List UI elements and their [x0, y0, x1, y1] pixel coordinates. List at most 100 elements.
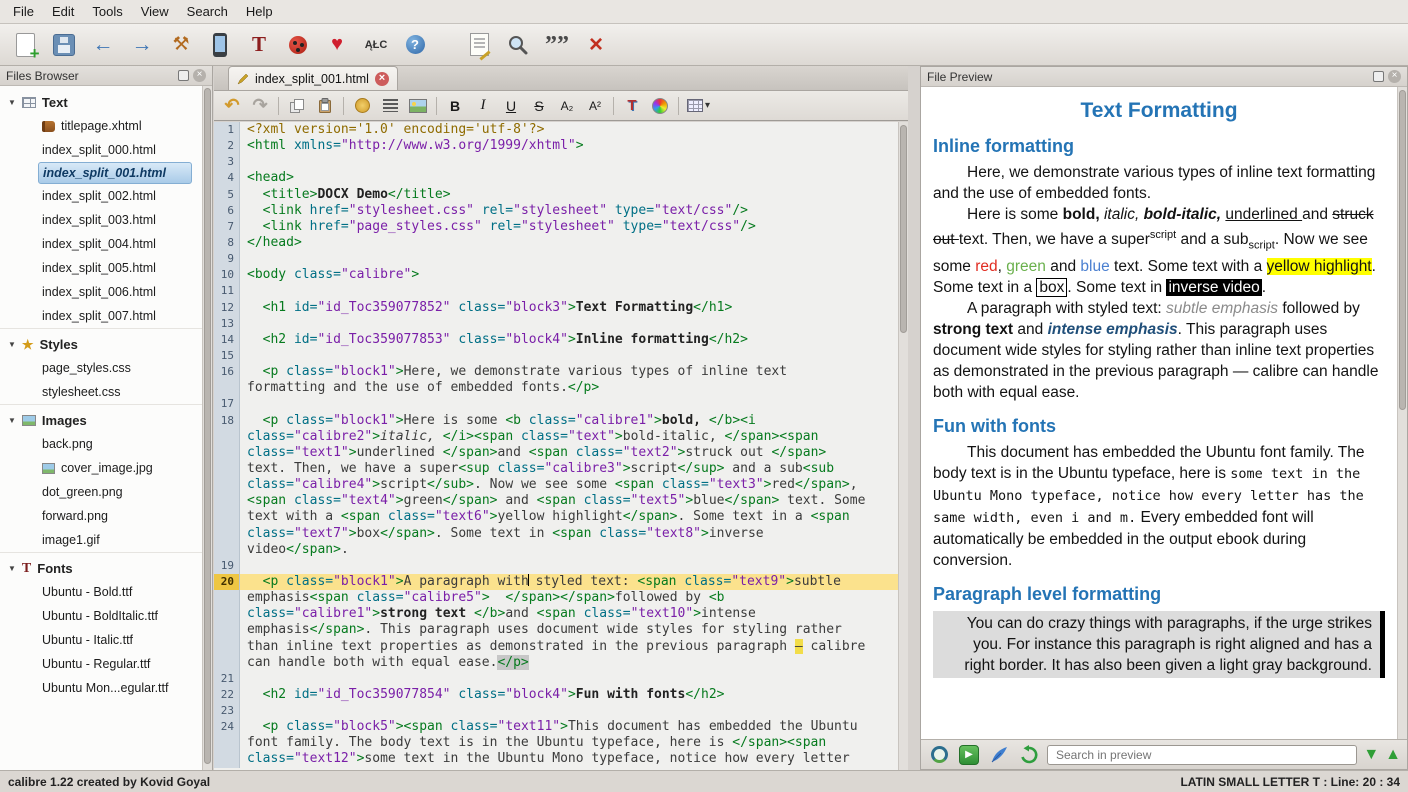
code-row[interactable]: 6 <link href="stylesheet.css" rel="style… [214, 203, 898, 219]
color-wheel-button[interactable] [650, 95, 670, 117]
special-characters-button[interactable]: ĄŁC [361, 30, 391, 60]
file-item-page-styles-css[interactable]: page_styles.css [0, 356, 202, 380]
inspect-button[interactable] [987, 743, 1011, 767]
code-row[interactable]: 11 [214, 283, 898, 299]
section-header-images[interactable]: ▼Images [0, 404, 202, 432]
code-row[interactable]: formatting and the use of embedded fonts… [214, 380, 898, 396]
file-item-index-split-000-html[interactable]: index_split_000.html [0, 138, 202, 162]
scrollbar-handle[interactable] [204, 88, 211, 764]
file-item-index-split-002-html[interactable]: index_split_002.html [0, 184, 202, 208]
menu-item-search[interactable]: Search [178, 0, 237, 24]
justify-button[interactable] [380, 95, 400, 117]
reload-preview-button[interactable] [927, 743, 951, 767]
menu-item-file[interactable]: File [4, 0, 43, 24]
text-color-button[interactable]: T [622, 95, 642, 117]
refresh-preview-button[interactable] [1017, 743, 1041, 767]
file-item-index-split-001-html[interactable]: index_split_001.html [38, 162, 192, 184]
code-row[interactable]: 16 <p class="block1">Here, we demonstrat… [214, 364, 898, 380]
copy-button[interactable] [287, 95, 307, 117]
section-header-styles[interactable]: ▼★Styles [0, 328, 202, 356]
file-item-index-split-003-html[interactable]: index_split_003.html [0, 208, 202, 232]
expand-arrow-icon[interactable]: ▼ [8, 564, 16, 573]
float-panel-icon[interactable] [1373, 71, 1384, 82]
paste-button[interactable] [315, 95, 335, 117]
code-row[interactable]: 14 <h2 id="id_Toc359077853" class="block… [214, 332, 898, 348]
file-item-cover-image-jpg[interactable]: cover_image.jpg [0, 456, 202, 480]
preview-scrollbar[interactable] [1397, 87, 1407, 739]
close-panel-icon[interactable]: × [193, 69, 206, 82]
code-row[interactable]: 8</head> [214, 235, 898, 251]
code-row[interactable]: 4<head> [214, 170, 898, 186]
smarten-punctuation-button[interactable]: ”” [542, 30, 572, 60]
file-item-ubuntu-italic-ttf[interactable]: Ubuntu - Italic.ttf [0, 628, 202, 652]
file-item-ubuntu-regular-ttf[interactable]: Ubuntu - Regular.ttf [0, 652, 202, 676]
file-item-image1-gif[interactable]: image1.gif [0, 528, 202, 552]
code-row[interactable]: <span class="text4">green</span> and <sp… [214, 493, 898, 509]
scrollbar-handle[interactable] [900, 125, 907, 333]
close-button[interactable]: × [581, 30, 611, 60]
file-item-ubuntu-bolditalic-ttf[interactable]: Ubuntu - BoldItalic.ttf [0, 604, 202, 628]
code-row[interactable]: 21 [214, 671, 898, 687]
code-area[interactable]: 1<?xml version='1.0' encoding='utf-8'?>2… [214, 122, 898, 770]
float-panel-icon[interactable] [178, 70, 189, 81]
menu-item-view[interactable]: View [132, 0, 178, 24]
code-row[interactable]: 17 [214, 396, 898, 412]
back-button[interactable]: ← [88, 30, 118, 60]
code-row[interactable]: class="text12">some text in the Ubuntu M… [214, 751, 898, 767]
text-tool-button[interactable]: T [244, 30, 274, 60]
edit-toc-button[interactable] [464, 30, 494, 60]
tools-button[interactable]: ⚒ [166, 30, 196, 60]
strikethrough-button[interactable]: S [529, 95, 549, 117]
file-item-stylesheet-css[interactable]: stylesheet.css [0, 380, 202, 404]
file-item-dot-green-png[interactable]: dot_green.png [0, 480, 202, 504]
code-row[interactable]: text with a <span class="text6">yellow h… [214, 509, 898, 525]
new-file-button[interactable]: + [10, 30, 40, 60]
underline-button[interactable]: U [501, 95, 521, 117]
insert-image-button[interactable] [408, 95, 428, 117]
code-row[interactable]: 22 <h2 id="id_Toc359077854" class="block… [214, 687, 898, 703]
file-item-index-split-004-html[interactable]: index_split_004.html [0, 232, 202, 256]
code-row[interactable]: 2<html xmlns="http://www.w3.org/1999/xht… [214, 138, 898, 154]
code-row[interactable]: can handle both with equal ease.</p> [214, 655, 898, 671]
check-book-button[interactable] [283, 30, 313, 60]
expand-arrow-icon[interactable]: ▼ [8, 98, 16, 107]
preview-search-input[interactable] [1047, 745, 1357, 765]
code-row[interactable]: class="calibre4">script</sub>. Now we se… [214, 477, 898, 493]
help-button[interactable]: ? [400, 30, 430, 60]
preview-button[interactable] [503, 30, 533, 60]
code-row[interactable]: 7 <link href="page_styles.css" rel="styl… [214, 219, 898, 235]
files-scrollbar[interactable] [202, 86, 212, 770]
tab-index-split-001[interactable]: index_split_001.html × [228, 66, 398, 90]
find-previous-button[interactable]: ▲ [1385, 747, 1401, 763]
code-row[interactable]: video</span>. [214, 542, 898, 558]
section-header-text[interactable]: ▼Text [0, 86, 202, 114]
editor-scrollbar[interactable] [898, 122, 908, 770]
code-row[interactable]: class="text7">box</span>. Some text in <… [214, 526, 898, 542]
superscript-button[interactable]: A² [585, 95, 605, 117]
scrollbar-handle[interactable] [1399, 90, 1406, 410]
section-header-fonts[interactable]: ▼TFonts [0, 552, 202, 580]
code-row[interactable]: 10<body class="calibre"> [214, 267, 898, 283]
file-item-back-png[interactable]: back.png [0, 432, 202, 456]
menu-item-edit[interactable]: Edit [43, 0, 83, 24]
code-row[interactable]: class="text1">underlined </span>and <spa… [214, 445, 898, 461]
run-preview-button[interactable]: ▶ [957, 743, 981, 767]
code-editor[interactable]: 1<?xml version='1.0' encoding='utf-8'?>2… [214, 122, 908, 770]
code-row[interactable]: 20 <p class="block1">A paragraph with st… [214, 574, 898, 590]
code-row[interactable]: text. Then, we have a super<sup class="c… [214, 461, 898, 477]
file-item-forward-png[interactable]: forward.png [0, 504, 202, 528]
code-row[interactable]: class="calibre2">italic, </i><span class… [214, 429, 898, 445]
code-row[interactable]: emphasis<span class="calibre5"> </span><… [214, 590, 898, 606]
undo-button[interactable]: ↶ [222, 95, 242, 117]
file-item-titlepage-xhtml[interactable]: titlepage.xhtml [0, 114, 202, 138]
code-row[interactable]: 23 [214, 703, 898, 719]
code-row[interactable]: 24 <p class="block5"><span class="text11… [214, 719, 898, 735]
code-row[interactable]: 5 <title>DOCX Demo</title> [214, 187, 898, 203]
tab-close-button[interactable]: × [375, 72, 389, 86]
code-row[interactable]: 18 <p class="block1">Here is some <b cla… [214, 413, 898, 429]
stamp-button[interactable] [352, 95, 372, 117]
redo-button[interactable]: ↷ [250, 95, 270, 117]
code-row[interactable]: 12 <h1 id="id_Toc359077852" class="block… [214, 300, 898, 316]
file-item-index-split-006-html[interactable]: index_split_006.html [0, 280, 202, 304]
menu-item-tools[interactable]: Tools [83, 0, 131, 24]
